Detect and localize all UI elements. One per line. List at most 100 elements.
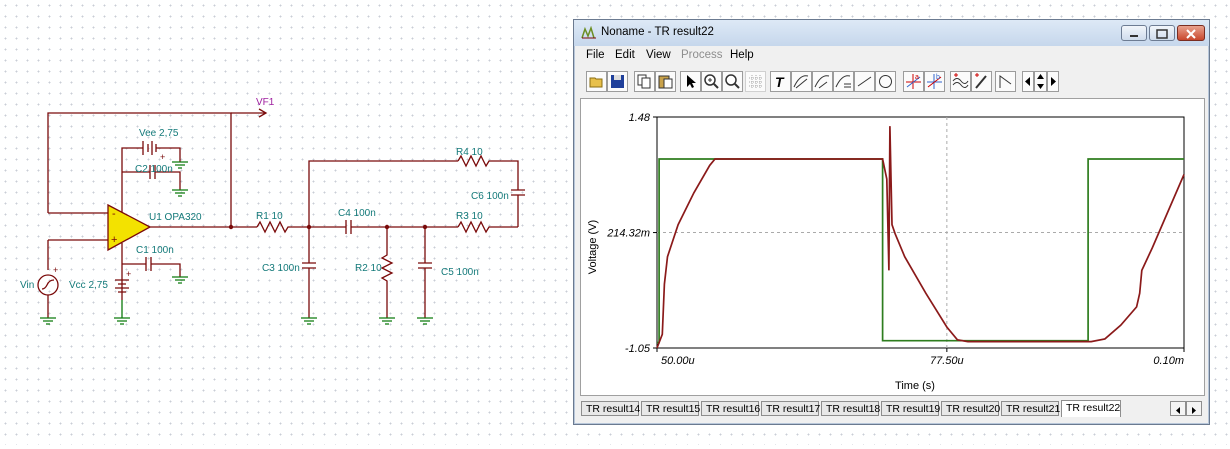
tab-result[interactable]: TR result15 (641, 401, 700, 416)
c5-ground (417, 317, 433, 325)
text-icon: T (775, 74, 785, 90)
copy-button[interactable] (634, 71, 655, 92)
menu-view[interactable]: View (646, 49, 671, 61)
capacitor-c6 (511, 189, 525, 227)
pointer-icon (687, 75, 696, 88)
scroll-right-button[interactable] (1047, 71, 1059, 92)
tab-result[interactable]: TR result21 (1001, 401, 1060, 416)
window-titlebar[interactable]: Noname - TR result22 (574, 20, 1209, 46)
paste-icon (658, 75, 673, 89)
menu-bar: File Edit View Process Help (574, 46, 1209, 65)
tab-result[interactable]: TR result16 (701, 401, 760, 416)
save-icon (611, 75, 624, 88)
grid-button[interactable] (745, 71, 766, 92)
y-tick-label: 1.48 (629, 112, 651, 124)
cursor-b-button[interactable]: b (924, 71, 945, 92)
tab-result[interactable]: TR result19 (881, 401, 940, 416)
chart-series (656, 126, 1185, 349)
vee-supply-wire (121, 147, 132, 212)
curve-edit-button[interactable] (791, 71, 812, 92)
minimize-icon (1130, 35, 1138, 37)
r4-left-wire (308, 160, 458, 227)
curve-edit-icon (793, 75, 809, 89)
curve-label-button[interactable] (833, 71, 854, 92)
tabs-scroll-left-button[interactable] (1170, 401, 1186, 416)
label-c3: C3 100n (262, 263, 300, 274)
resistor-r1 (256, 220, 346, 234)
svg-text:T: T (775, 74, 785, 90)
junction-output (228, 224, 234, 230)
vin-plus: + (53, 265, 58, 275)
menu-edit[interactable]: Edit (615, 49, 635, 61)
result-tabs: TR result14 TR result15 TR result16 TR resu… (580, 399, 1205, 419)
label-u1: U1 OPA320 (149, 212, 202, 223)
zoom-100-icon (725, 74, 740, 89)
resistor-r3 (457, 220, 518, 234)
vcc-ground (114, 300, 130, 325)
tab-result[interactable]: TR result17 (761, 401, 820, 416)
cursor-a-button[interactable]: a (903, 71, 924, 92)
y-tick-label: 214.32m (606, 228, 650, 240)
plot-panel[interactable]: 1.48 214.32m -1.05 50.00u 77.50u 0.10m Voltag… (580, 98, 1205, 396)
vin-step-symbol (41, 279, 55, 290)
r2-ground (379, 317, 395, 325)
menu-process[interactable]: Process (681, 49, 723, 61)
label-vcc: Vcc 2,75 (69, 280, 108, 291)
transient-chart[interactable]: 1.48 214.32m -1.05 50.00u 77.50u 0.10m Voltag… (581, 99, 1204, 395)
label-vin: Vin (20, 280, 34, 291)
signal-icon (999, 75, 1012, 88)
menu-help[interactable]: Help (730, 49, 754, 61)
cursor-a-icon: a (906, 74, 921, 89)
window-title: Noname - TR result22 (601, 26, 714, 38)
menu-file[interactable]: File (586, 49, 605, 61)
probe-button[interactable] (971, 71, 992, 92)
zoom-in-button[interactable] (701, 71, 722, 92)
line-button[interactable] (854, 71, 875, 92)
x-tick-label: 77.50u (930, 355, 964, 367)
curve-edit2-button[interactable] (812, 71, 833, 92)
y-axis-label: Voltage (V) (587, 220, 599, 274)
svg-text:b: b (936, 74, 940, 81)
maximize-icon (1156, 29, 1168, 39)
tabs-scroll-right-button[interactable] (1186, 401, 1202, 416)
save-button[interactable] (607, 71, 628, 92)
grid-icon (749, 75, 762, 88)
waves-button[interactable] (950, 71, 971, 92)
curve-label-icon (835, 75, 851, 88)
tab-result[interactable]: TR result18 (821, 401, 880, 416)
tab-result[interactable]: TR result20 (941, 401, 1000, 416)
label-c4: C4 100n (338, 208, 376, 219)
paste-button[interactable] (655, 71, 676, 92)
c2-ground (172, 189, 188, 197)
text-button[interactable]: T (770, 71, 791, 92)
open-button[interactable] (586, 71, 607, 92)
scroll-updown-icon (1037, 74, 1044, 89)
circle-icon (879, 75, 892, 88)
label-r1: R1 10 (256, 211, 283, 222)
tab-result[interactable]: TR result22 (1061, 400, 1121, 417)
chart-ticks: 1.48 214.32m -1.05 50.00u 77.50u 0.10m (606, 112, 1185, 367)
scroll-right-icon (1051, 77, 1056, 86)
close-icon (1186, 29, 1196, 39)
chart-axes (656, 116, 1185, 349)
label-r4: R4 10 (456, 147, 483, 158)
tab-result[interactable]: TR result14 (581, 401, 640, 416)
close-button[interactable] (1177, 25, 1205, 41)
capacitor-c3 (302, 227, 316, 318)
resistor-r4 (457, 154, 519, 190)
maximize-button[interactable] (1149, 25, 1175, 41)
label-c5: C5 100n (441, 267, 479, 278)
series-line-input (657, 158, 1184, 344)
pointer-button[interactable] (680, 71, 701, 92)
label-vf1: VF1 (256, 97, 275, 108)
scroll-updown-button[interactable] (1034, 71, 1047, 92)
circle-button[interactable] (875, 71, 896, 92)
zoom-100-button[interactable] (722, 71, 743, 92)
label-r3: R3 10 (456, 211, 483, 222)
scroll-left-button[interactable] (1022, 71, 1034, 92)
capacitor-c5 (418, 227, 432, 318)
tabs-right-icon (1192, 407, 1196, 414)
label-r2: R2 10 (355, 263, 382, 274)
signal-button[interactable] (995, 71, 1016, 92)
minimize-button[interactable] (1121, 25, 1147, 41)
